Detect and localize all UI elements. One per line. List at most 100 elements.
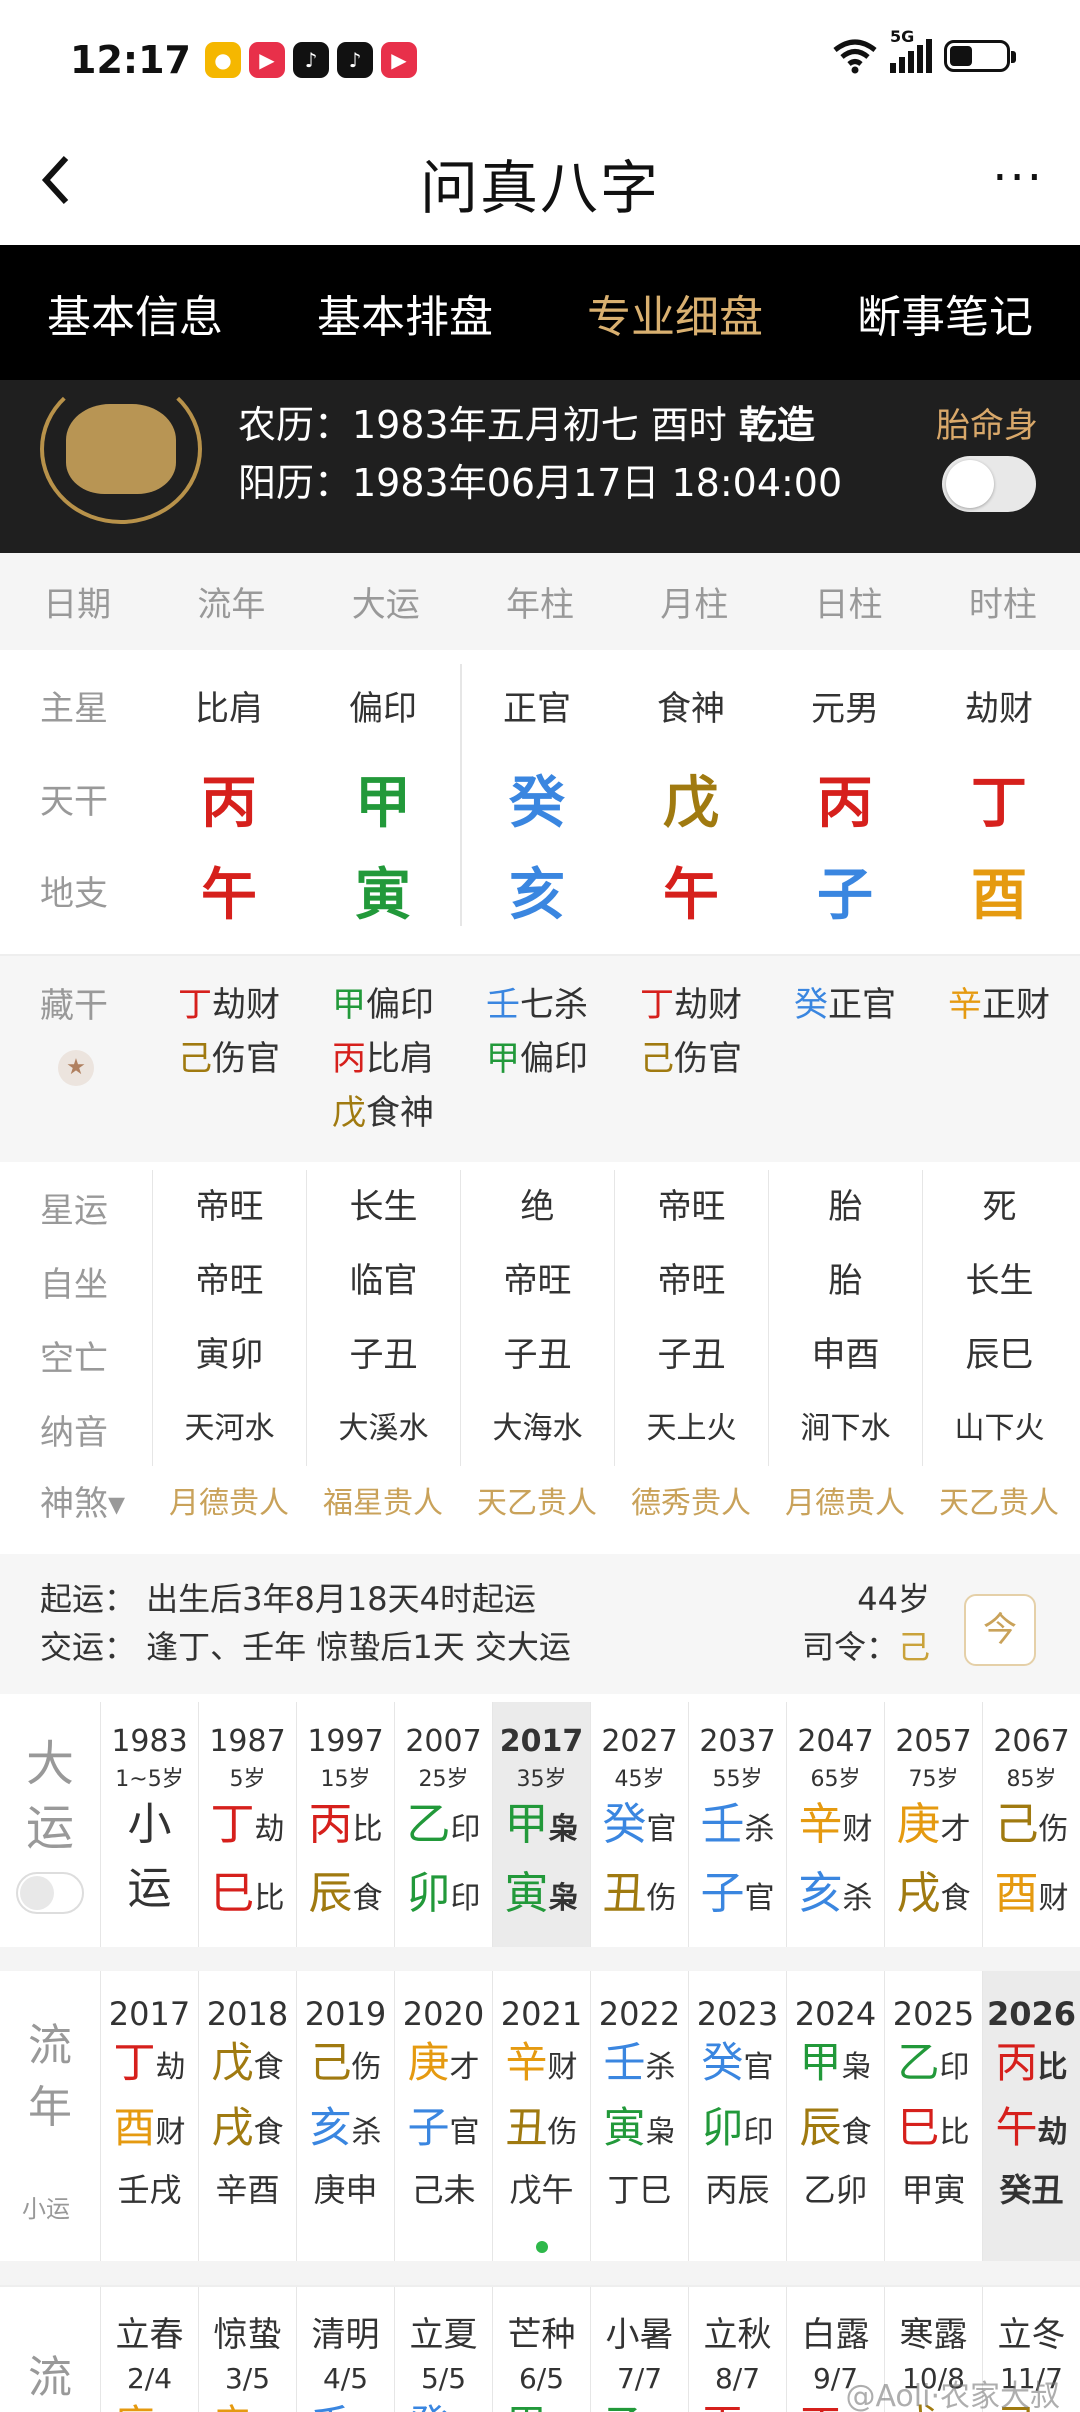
liunian-year: 2023 <box>696 1995 779 2033</box>
liunian-column[interactable]: 2025 乙印 巳比 甲寅 <box>884 1971 982 2261</box>
tiangan-cell: 丙 <box>817 770 873 836</box>
tab-notes[interactable]: 断事笔记 <box>857 281 1033 345</box>
canggan-item: 辛正财 <box>922 978 1076 1032</box>
kongwang-cell: 子丑 <box>306 1318 460 1392</box>
canggan-god: 偏印 <box>366 985 434 1025</box>
xiaoyun-ganzhi: 甲寅 <box>901 2171 966 2209</box>
shensha-cell[interactable]: 福星贵人 <box>306 1478 460 1522</box>
liuyue-column[interactable]: 立夏 5/5 癸官 <box>394 2287 492 2412</box>
shensha-cell[interactable]: 月德贵人 <box>768 1478 922 1522</box>
tab-basic-chart[interactable]: 基本排盘 <box>317 281 493 345</box>
shensha-cell[interactable]: 天乙贵人 <box>460 1478 614 1522</box>
liunian-stem-char: 戊 <box>211 2038 254 2087</box>
dayun-column[interactable]: 1983 1~5岁 小 运 <box>100 1702 198 1947</box>
solar-term-date: 4/5 <box>322 2362 369 2395</box>
kongwang-cell: 寅卯 <box>152 1318 306 1392</box>
canggan-item: 丁劫财 <box>152 978 306 1032</box>
dayun-branch-char: 卯 <box>406 1868 451 1919</box>
dayun-column[interactable]: 2027 45岁 癸官 丑伤 <box>590 1702 688 1947</box>
canggan-stem: 癸 <box>794 985 828 1025</box>
zizuo-cell: 长生 <box>922 1244 1076 1318</box>
liuyue-stem-char: 丁 <box>801 2402 841 2412</box>
zizuo-cell: 临官 <box>306 1244 460 1318</box>
dayun-column[interactable]: 2047 65岁 辛财 亥杀 <box>786 1702 884 1947</box>
dayun-year: 1987 <box>209 1724 286 1759</box>
tab-basic-info[interactable]: 基本信息 <box>47 281 223 345</box>
liunian-column[interactable]: 2020 庚才 子官 己未 <box>394 1971 492 2261</box>
dayun-column[interactable]: 2007 25岁 乙印 卯印 <box>394 1702 492 1947</box>
taimingshen-label: 胎命身 <box>936 406 1038 446</box>
dayun-column[interactable]: 2017 35岁 甲枭 寅枭 <box>492 1702 590 1947</box>
tab-pro-chart[interactable]: 专业细盘 <box>587 281 763 345</box>
pin-icon[interactable]: ★ <box>58 1050 94 1086</box>
tiangan-label: 天干 <box>40 781 108 822</box>
liuyue-stem-char: 丙 <box>703 2402 743 2412</box>
canggan-stem: 壬 <box>486 985 520 1025</box>
liuyue-stem: 乙印 <box>591 2395 688 2412</box>
liunian-year: 2018 <box>206 1995 289 2033</box>
dayun-stem-char: 乙 <box>406 1799 451 1850</box>
qiyun-text: 起运： 出生后3年8月18天4时起运 <box>40 1580 536 1618</box>
zizuo-cell: 帝旺 <box>614 1244 768 1318</box>
dayun-label-1: 大 <box>25 1736 74 1792</box>
liunian-column[interactable]: 2019 己伤 亥杀 庚申 <box>296 1971 394 2261</box>
dayun-column[interactable]: 2067 85岁 己伤 酉财 <box>982 1702 1080 1947</box>
dayun-column[interactable]: 1987 5岁 丁劫 巳比 <box>198 1702 296 1947</box>
liuyue-column[interactable]: 清明 4/5 壬杀 <box>296 2287 394 2412</box>
more-button[interactable]: ··· <box>992 150 1044 206</box>
dayun-stem-char: 壬 <box>700 1799 745 1850</box>
liunian-columns: 2017 丁劫 酉财 壬戌 2018 戊食 戌食 辛酉 2019 己伤 亥杀 庚… <box>100 1971 1080 2261</box>
liuyue-stem: 甲枭 <box>493 2395 590 2412</box>
back-button[interactable] <box>36 150 96 210</box>
dayun-year: 2017 <box>499 1724 584 1759</box>
liunian-column[interactable]: 2018 戊食 戌食 辛酉 <box>198 1971 296 2261</box>
dizhi-cell: 午 <box>663 862 719 928</box>
liuyue-stem-char: 壬 <box>311 2402 351 2412</box>
dayun-stem-char: 己 <box>994 1799 1039 1850</box>
notification-icons: ● ▶ ♪ ♪ ▶ <box>204 42 417 78</box>
liuyue-column[interactable]: 惊蛰 3/5 辛财 <box>198 2287 296 2412</box>
solar-term: 立冬 <box>997 2315 1066 2355</box>
silin-value: 己 <box>897 1628 930 1666</box>
nayin-label: 纳音 <box>40 1412 108 1453</box>
zhuxing-cell: 食神 <box>657 688 725 729</box>
shensha-cell[interactable]: 德秀贵人 <box>614 1478 768 1522</box>
zodiac-pig-avatar <box>40 374 202 524</box>
dayun-column[interactable]: 2037 55岁 壬杀 子官 <box>688 1702 786 1947</box>
liuyue-column[interactable]: 小暑 7/7 乙印 <box>590 2287 688 2412</box>
liunian-column[interactable]: 2022 壬杀 寅枭 丁巳 <box>590 1971 688 2261</box>
calendar-today-button[interactable]: 今 <box>964 1594 1036 1666</box>
liuyue-column[interactable]: 立秋 8/7 丙比 <box>688 2287 786 2412</box>
birth-info-bar: 农历：1983年五月初七 酉时 乾造 阳历：1983年06月17日 18:04:… <box>0 374 1080 553</box>
liuyue-column[interactable]: 芒种 6/5 甲枭 <box>492 2287 590 2412</box>
liuyue-column[interactable]: 立春 2/4 庚才 <box>100 2287 198 2412</box>
shensha-dropdown[interactable]: 神煞▾ <box>0 1476 152 1525</box>
dayun-column[interactable]: 2057 75岁 庚才 戌食 <box>884 1702 982 1947</box>
dayun-column[interactable]: 1997 15岁 丙比 辰食 <box>296 1702 394 1947</box>
liunian-column[interactable]: 2023 癸官 卯印 丙辰 <box>688 1971 786 2261</box>
header-dayun: 大运 <box>351 585 420 625</box>
dayun-branch-god: 伤 <box>646 1881 677 1916</box>
liunian-stem-god: 才 <box>449 2050 480 2085</box>
dayun-branch: 巳比 <box>199 1862 296 1931</box>
solar-term-date: 3/5 <box>224 2362 271 2395</box>
canggan-column: 壬七杀 甲偏印 <box>460 978 614 1162</box>
liunian-column[interactable]: 2026 丙比 午劫 癸丑 <box>982 1971 1080 2261</box>
liunian-column[interactable]: 2021 辛财 丑伤 戊午 <box>492 1971 590 2261</box>
liunian-column[interactable]: 2024 甲枭 辰食 乙卯 <box>786 1971 884 2261</box>
liunian-branch-god: 劫 <box>1037 2115 1068 2150</box>
dayun-branch-god: 枭 <box>548 1881 579 1916</box>
dayun-age: 35岁 <box>516 1767 567 1792</box>
shensha-cell[interactable]: 天乙贵人 <box>922 1478 1076 1522</box>
dayun-branch: 运 <box>101 1857 198 1921</box>
liunian-column[interactable]: 2017 丁劫 酉财 壬戌 <box>100 1971 198 2261</box>
liunian-branch: 酉财 <box>101 2098 198 2163</box>
liunian-branch-god: 财 <box>155 2115 186 2150</box>
shensha-cell[interactable]: 月德贵人 <box>152 1478 306 1522</box>
canggan-column: 丁劫财 己伤官 <box>152 978 306 1162</box>
liunian-stem-char: 庚 <box>407 2038 450 2087</box>
liunian-branch-char: 酉 <box>113 2103 156 2152</box>
zhuxing-label: 主星 <box>40 688 108 729</box>
taimingshen-toggle[interactable] <box>942 456 1036 512</box>
dayun-toggle[interactable] <box>16 1872 84 1914</box>
